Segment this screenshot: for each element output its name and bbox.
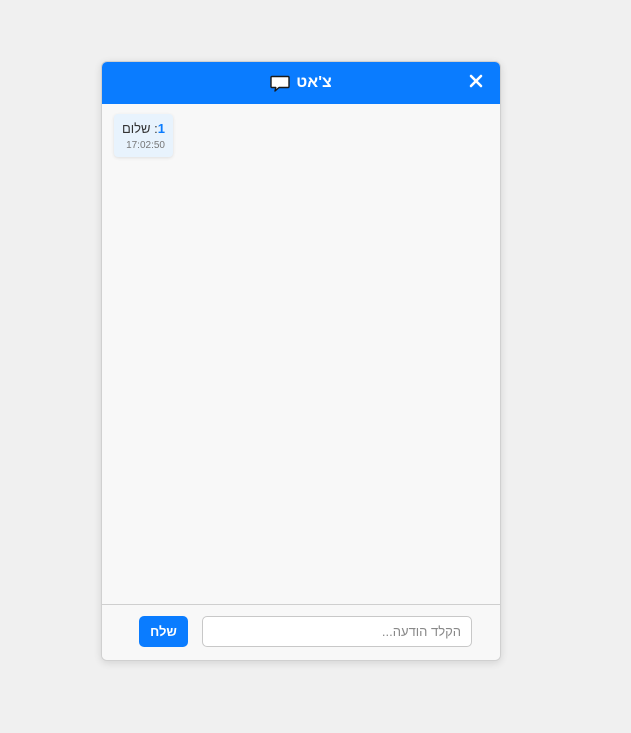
message-sender: 1 [157, 121, 165, 136]
message-line: 1: שלום [122, 121, 165, 136]
chat-footer: שלח [102, 604, 500, 660]
close-icon[interactable] [469, 74, 483, 93]
chat-title: צ'אט [296, 74, 332, 91]
close-button[interactable] [466, 73, 486, 93]
chat-window: צ'אט 1: שלום 17:02:50 שלח [101, 61, 501, 661]
message-separator: : [150, 121, 158, 136]
message-bubble: 1: שלום 17:02:50 [113, 114, 173, 157]
message-input[interactable] [202, 616, 472, 647]
message-timestamp: 17:02:50 [126, 140, 165, 151]
chat-header: צ'אט [102, 62, 500, 104]
chat-title-wrap: צ'אט [270, 74, 332, 92]
chat-messages[interactable]: 1: שלום 17:02:50 [102, 104, 500, 604]
send-button[interactable]: שלח [139, 616, 188, 647]
message-text: שלום [121, 121, 151, 136]
speech-bubble-icon [270, 75, 290, 92]
